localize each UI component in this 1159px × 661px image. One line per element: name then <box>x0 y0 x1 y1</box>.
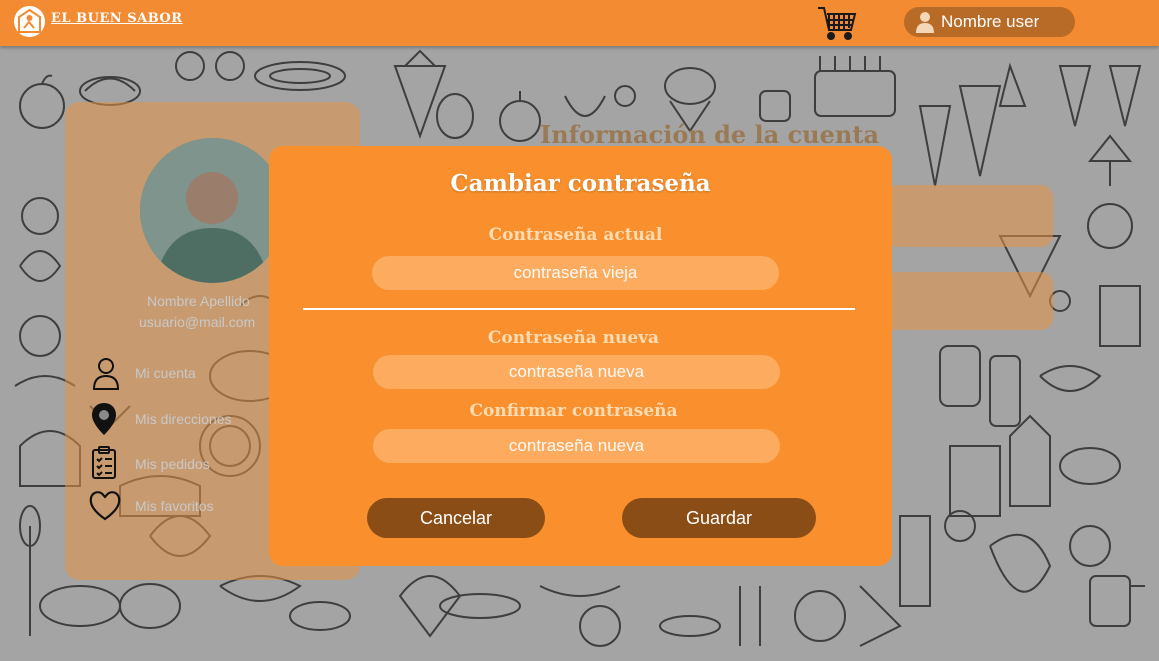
sidebar-item-label: Mis favoritos <box>135 498 214 514</box>
user-name: Nombre user <box>941 12 1040 31</box>
current-password-label: Contraseña actual <box>488 225 663 245</box>
new-password-label: Contraseña nueva <box>487 328 660 348</box>
clipboard-list-icon <box>92 446 116 479</box>
user-icon <box>914 10 936 38</box>
profile-name: Nombre Apellido <box>147 293 250 309</box>
change-password-modal: Cambiar contraseña Contraseña actual Con… <box>269 146 892 566</box>
sidebar-item-my-orders[interactable]: Mis pedidos <box>88 446 288 486</box>
cart-icon[interactable] <box>816 5 858 41</box>
sidebar-item-label: Mis direcciones <box>135 411 232 427</box>
save-button[interactable]: Guardar <box>622 498 816 538</box>
account-field-background <box>885 272 1053 330</box>
top-navbar: EL BUEN SABOR Nombre user <box>0 0 1159 46</box>
confirm-password-field[interactable] <box>373 429 780 463</box>
current-password-field[interactable] <box>372 256 779 290</box>
account-field-background <box>885 185 1053 247</box>
user-menu-button[interactable]: Nombre user <box>904 7 1075 37</box>
confirm-password-label: Confirmar contraseña <box>469 401 678 421</box>
divider <box>303 308 855 310</box>
sidebar-item-my-addresses[interactable]: Mis direcciones <box>88 401 288 441</box>
sidebar-item-my-account[interactable]: Mi cuenta <box>88 355 288 395</box>
location-pin-icon <box>92 403 116 435</box>
chef-logo-icon[interactable] <box>14 6 45 37</box>
new-password-field[interactable] <box>373 355 780 389</box>
modal-title: Cambiar contraseña <box>450 170 711 197</box>
sidebar-item-my-favorites[interactable]: Mis favoritos <box>88 488 288 528</box>
user-outline-icon <box>92 358 120 390</box>
section-title: Información de la cuenta <box>540 120 879 149</box>
sidebar-item-label: Mi cuenta <box>135 365 196 381</box>
cancel-button[interactable]: Cancelar <box>367 498 545 538</box>
avatar <box>140 138 285 283</box>
sidebar-item-label: Mis pedidos <box>135 456 210 472</box>
heart-icon <box>89 491 121 521</box>
brand-name[interactable]: EL BUEN SABOR <box>51 11 183 26</box>
profile-email: usuario@mail.com <box>139 314 256 330</box>
